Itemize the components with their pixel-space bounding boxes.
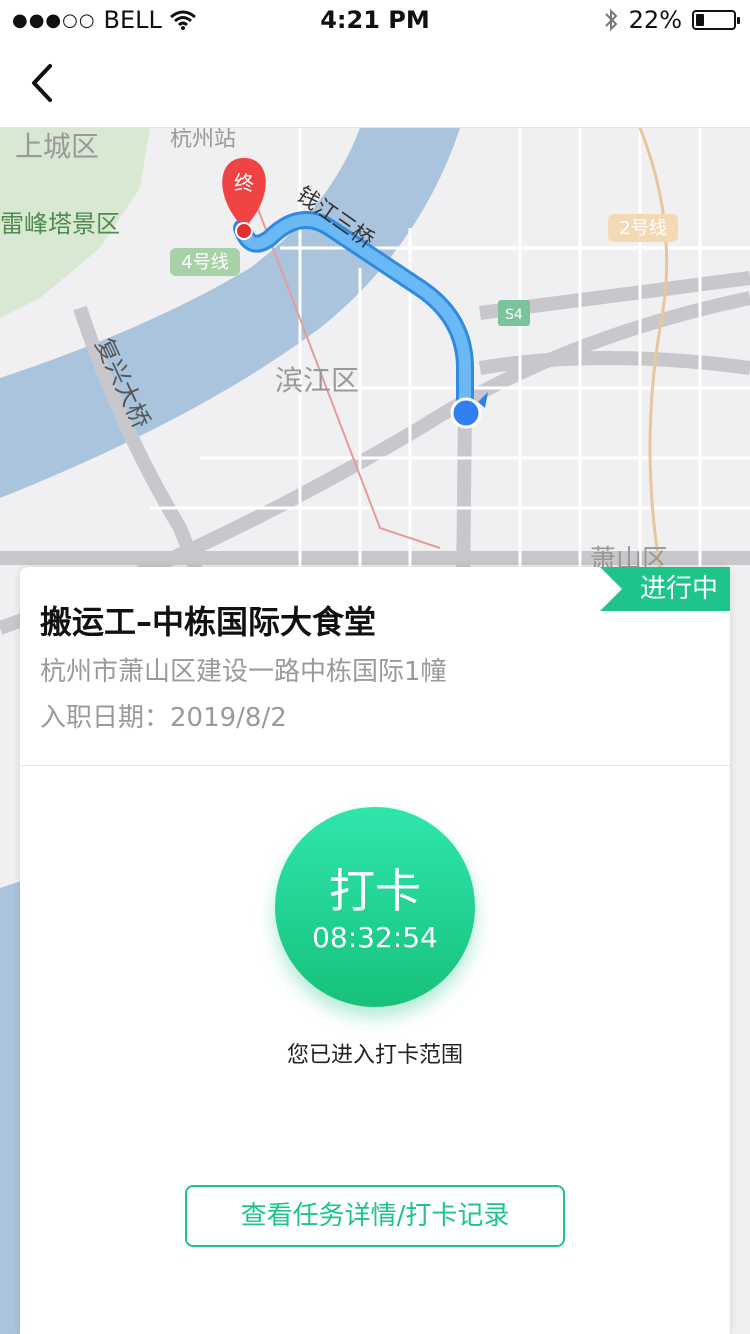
- job-title: 搬运工–中栋国际大食堂: [40, 603, 377, 641]
- job-address: 杭州市萧山区建设一路中栋国际1幢: [40, 657, 447, 687]
- clock-in-label: 打卡: [329, 864, 421, 918]
- battery-percent: 22%: [628, 6, 682, 34]
- map-label-leifeng: 雷峰塔景区: [0, 210, 120, 238]
- map-label-binjiang: 滨江区: [275, 364, 359, 397]
- current-location-marker: [450, 397, 482, 429]
- task-detail-button[interactable]: 查看任务详情/打卡记录: [185, 1185, 565, 1247]
- battery-level: [696, 14, 704, 26]
- range-status-text: 您已进入打卡范围: [286, 1043, 463, 1068]
- clock-in-button[interactable]: 打卡 08:32:54: [275, 807, 475, 1007]
- map-label-hangzhou-station: 杭州站: [170, 128, 236, 152]
- map-label-s4: S4: [505, 307, 523, 323]
- map-label-line2: 2号线: [619, 218, 666, 239]
- metro-line-2: [638, 128, 669, 569]
- map-label-shangcheng: 上城区: [15, 130, 99, 163]
- bluetooth-icon: [604, 8, 618, 32]
- status-right: 22%: [603, 6, 740, 34]
- task-card: 进行中 搬运工–中栋国际大食堂 杭州市萧山区建设一路中栋国际1幢 入职日期：20…: [20, 567, 730, 1334]
- chevron-left-icon: [32, 64, 52, 102]
- status-badge: 进行中: [600, 567, 730, 611]
- clock-in-time: 08:32:54: [312, 921, 438, 954]
- nav-bar: [0, 40, 750, 128]
- end-marker-label: 终: [234, 171, 254, 195]
- hire-date: 入职日期：2019/8/2: [40, 703, 287, 733]
- card-divider: [20, 765, 730, 766]
- status-bar: ●●●○○ BELL 4:21 PM 22%: [0, 0, 750, 40]
- map-label-line4: 4号线: [181, 252, 228, 273]
- back-button[interactable]: [20, 58, 70, 108]
- battery-icon: [692, 10, 740, 30]
- end-marker-dot: [235, 222, 253, 240]
